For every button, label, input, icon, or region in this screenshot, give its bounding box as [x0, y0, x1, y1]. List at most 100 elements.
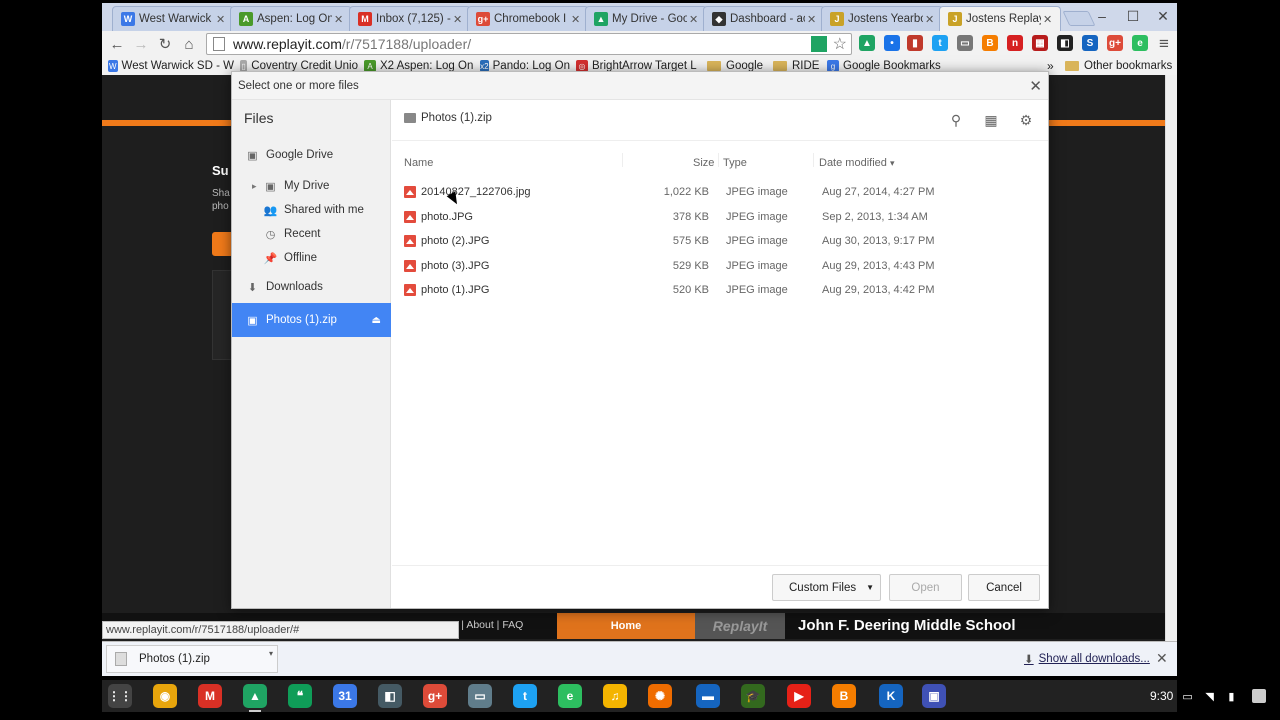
file-name: 20140827_122706.jpg	[421, 186, 531, 198]
home-button[interactable]: ⌂	[179, 34, 199, 54]
back-button[interactable]: ←	[107, 34, 127, 54]
tab-close-icon[interactable]: ✕	[807, 13, 819, 26]
twitter-ext-icon[interactable]: t	[932, 35, 948, 51]
evernote-icon[interactable]: e	[558, 684, 582, 708]
column-type[interactable]: Type	[723, 157, 747, 169]
column-size[interactable]: Size	[693, 157, 714, 169]
open-button[interactable]: Open	[889, 574, 962, 601]
drive-save-icon[interactable]	[811, 36, 827, 52]
gplus-ext-icon[interactable]: g+	[1107, 35, 1123, 51]
bookmark-item[interactable]: W West Warwick SD - W	[108, 60, 234, 72]
cancel-button[interactable]: Cancel	[968, 574, 1040, 601]
gmail-icon[interactable]: M	[198, 684, 222, 708]
close-downloads-bar[interactable]: ✕	[1156, 650, 1168, 667]
pocket-ext-icon[interactable]: •	[884, 35, 900, 51]
reload-button[interactable]: ↻	[155, 34, 175, 54]
status-tray[interactable]: 9:30 ▭ ◥ ▮	[1150, 685, 1267, 707]
column-separator[interactable]	[718, 153, 719, 167]
drive-ext-icon[interactable]: ▲	[859, 35, 875, 51]
forward-button[interactable]: →	[131, 34, 151, 54]
address-bar[interactable]: www.replayit.com/r/7517188/uploader/ ☆	[206, 33, 852, 55]
tab-close-icon[interactable]: ✕	[1043, 13, 1055, 26]
file-row[interactable]: photo (1).JPG 520 KB JPEG image Aug 29, 201…	[392, 278, 1048, 302]
book-ext-icon[interactable]: ▮	[907, 35, 923, 51]
column-separator[interactable]	[813, 153, 814, 167]
pinwheel-icon[interactable]: ✺	[648, 684, 672, 708]
file-row[interactable]: photo (2).JPG 575 KB JPEG image Aug 30, 201…	[392, 229, 1048, 253]
tab-close-icon[interactable]: ✕	[453, 13, 465, 26]
dialog-close-button[interactable]: ✕	[1029, 77, 1042, 95]
google-plus-icon[interactable]: g+	[423, 684, 447, 708]
app-launcher-icon[interactable]: ⋮⋮	[108, 684, 132, 708]
tab-1[interactable]: W West Warwick I ✕	[112, 6, 234, 31]
cast-ext-icon[interactable]: ▭	[957, 35, 973, 51]
download-item[interactable]: Photos (1).zip ▾	[106, 645, 278, 673]
tab-close-icon[interactable]: ✕	[216, 13, 228, 26]
classroom-icon[interactable]: 🎓	[741, 684, 765, 708]
calendar-icon[interactable]: 31	[333, 684, 357, 708]
nav-item-google-drive[interactable]: ▣ Google Drive	[232, 144, 391, 166]
blogger-icon[interactable]: B	[832, 684, 856, 708]
tab-8[interactable]: J Jostens ReplayI ✕	[939, 6, 1061, 31]
blogger-ext-icon[interactable]: B	[982, 35, 998, 51]
search-icon[interactable]: ⚲	[946, 110, 966, 130]
nav-item-photos-1-zip[interactable]: ▣ Photos (1).zip ⏏	[232, 303, 391, 337]
gear-icon[interactable]: ⚙	[1016, 110, 1036, 130]
s-ext-icon[interactable]: S	[1082, 35, 1098, 51]
window-app-icon[interactable]: ▣	[922, 684, 946, 708]
eject-icon[interactable]: ⏏	[372, 315, 381, 326]
screencast-ext-icon[interactable]: ◧	[1057, 35, 1073, 51]
minimize-button[interactable]: –	[1092, 8, 1112, 24]
tab-close-icon[interactable]: ✕	[689, 13, 701, 26]
screencastify-icon[interactable]: ◧	[378, 684, 402, 708]
menu-icon[interactable]: ≡	[1154, 34, 1174, 54]
column-separator[interactable]	[622, 153, 623, 167]
tab-close-icon[interactable]: ✕	[571, 13, 583, 26]
other-bookmarks[interactable]: Other bookmarks	[1065, 60, 1172, 72]
evernote-ext-icon[interactable]: e	[1132, 35, 1148, 51]
nav-item-my-drive[interactable]: ▸ ▣ My Drive	[232, 175, 391, 197]
film-ext-icon[interactable]: ▦	[1032, 35, 1048, 51]
file-row[interactable]: photo (3).JPG 529 KB JPEG image Aug 29, 201…	[392, 254, 1048, 278]
youtube-icon[interactable]: ▶	[787, 684, 811, 708]
column-name[interactable]: Name	[404, 157, 433, 169]
nav-item-shared-with-me[interactable]: 👥 Shared with me	[232, 199, 391, 221]
hangouts-icon[interactable]: ❝	[288, 684, 312, 708]
file-row[interactable]: 20140827_122706.jpg 1,022 KB JPEG image Aug…	[392, 180, 1048, 204]
file-row[interactable]: photo.JPG 378 KB JPEG image Sep 2, 2013, 1:…	[392, 205, 1048, 229]
chrome-icon[interactable]: ◉	[153, 684, 177, 708]
tab-2[interactable]: A Aspen: Log On ✕	[230, 6, 352, 31]
k-app-icon[interactable]: K	[879, 684, 903, 708]
page-scrollbar[interactable]	[1165, 75, 1177, 641]
bookmark-star-icon[interactable]: ☆	[833, 34, 847, 54]
music-icon[interactable]: ♫	[603, 684, 627, 708]
nav-item-offline[interactable]: 📌 Offline	[232, 247, 391, 269]
twitter-icon[interactable]: t	[513, 684, 537, 708]
download-menu-caret[interactable]: ▾	[269, 649, 273, 658]
dialog-title: Select one or more files	[232, 72, 1048, 100]
column-date-modified[interactable]: Date modified ▾	[819, 157, 894, 169]
npr-ext-icon[interactable]: n	[1007, 35, 1023, 51]
file-type-select[interactable]: Custom Files ▼	[772, 574, 881, 601]
show-all-downloads-link[interactable]: ⬇ Show all downloads...	[1024, 652, 1150, 666]
bookmark-label: West Warwick SD - W	[121, 60, 234, 72]
tab-4[interactable]: g+ Chromebook I ✕	[467, 6, 589, 31]
bookmark-favicon-icon: W	[108, 60, 118, 72]
footer-home-button[interactable]: Home	[557, 613, 695, 639]
close-window-button[interactable]: ✕	[1153, 8, 1173, 25]
files-icon[interactable]: ▬	[696, 684, 720, 708]
drive-icon[interactable]: ▲	[243, 684, 267, 712]
tab-3[interactable]: M Inbox (7,125) - ✕	[349, 6, 471, 31]
nav-item-downloads[interactable]: ⬇ Downloads	[232, 276, 391, 298]
tab-close-icon[interactable]: ✕	[334, 13, 346, 26]
nav-item-recent[interactable]: ◷ Recent	[232, 223, 391, 245]
tab-5[interactable]: ▲ My Drive - Goo ✕	[585, 6, 707, 31]
grid-view-icon[interactable]: ▦	[981, 110, 1001, 130]
presentation-icon[interactable]: ▭	[468, 684, 492, 708]
tab-close-icon[interactable]: ✕	[925, 13, 937, 26]
breadcrumb[interactable]: Photos (1).zip	[404, 112, 492, 124]
tab-6[interactable]: ◆ Dashboard - ac ✕	[703, 6, 825, 31]
expand-arrow-icon[interactable]: ▸	[252, 181, 257, 192]
maximize-button[interactable]: ☐	[1123, 8, 1143, 25]
tab-7[interactable]: J Jostens Yearbo ✕	[821, 6, 943, 31]
